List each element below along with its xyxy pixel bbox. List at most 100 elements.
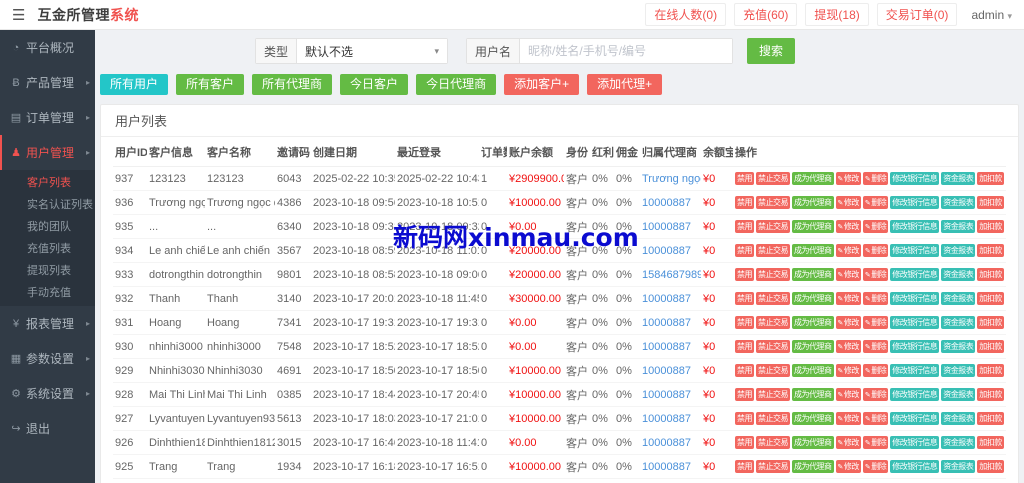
- forbid-trade-button[interactable]: 禁止交易: [756, 220, 790, 233]
- sidebar-subitem[interactable]: 提现列表: [0, 259, 95, 281]
- edit-bank-button[interactable]: 修改银行信息: [890, 172, 940, 185]
- disable-button[interactable]: 禁用: [735, 364, 754, 377]
- add-deduct-button[interactable]: 加扣款: [977, 244, 1004, 257]
- disable-button[interactable]: 禁用: [735, 196, 754, 209]
- action-button[interactable]: 所有客户: [176, 74, 245, 95]
- forbid-trade-button[interactable]: 禁止交易: [756, 340, 790, 353]
- delete-button[interactable]: ✎删除: [862, 340, 889, 353]
- add-deduct-button[interactable]: 加扣款: [977, 388, 1004, 401]
- forbid-trade-button[interactable]: 禁止交易: [756, 172, 790, 185]
- search-button[interactable]: 搜索: [747, 38, 796, 64]
- sidebar-subitem[interactable]: 手动充值: [0, 281, 95, 303]
- edit-bank-button[interactable]: 修改银行信息: [890, 364, 940, 377]
- forbid-trade-button[interactable]: 禁止交易: [756, 364, 790, 377]
- delete-button[interactable]: ✎删除: [862, 244, 889, 257]
- disable-button[interactable]: 禁用: [735, 436, 754, 449]
- make-agent-button[interactable]: 成为代理商: [792, 244, 834, 257]
- disable-button[interactable]: 禁用: [735, 340, 754, 353]
- add-deduct-button[interactable]: 加扣款: [977, 364, 1004, 377]
- edit-bank-button[interactable]: 修改银行信息: [890, 412, 940, 425]
- make-agent-button[interactable]: 成为代理商: [792, 196, 834, 209]
- make-agent-button[interactable]: 成为代理商: [792, 292, 834, 305]
- add-deduct-button[interactable]: 加扣款: [977, 220, 1004, 233]
- action-button[interactable]: 所有用户: [100, 74, 169, 95]
- edit-bank-button[interactable]: 修改银行信息: [890, 196, 940, 209]
- make-agent-button[interactable]: 成为代理商: [792, 340, 834, 353]
- disable-button[interactable]: 禁用: [735, 460, 754, 473]
- edit-bank-button[interactable]: 修改银行信息: [890, 220, 940, 233]
- add-deduct-button[interactable]: 加扣款: [977, 172, 1004, 185]
- header-stat[interactable]: 交易订单(0): [876, 3, 958, 26]
- disable-button[interactable]: 禁用: [735, 412, 754, 425]
- sidebar-item-system[interactable]: ⚙ 系统设置 ▸: [0, 376, 95, 411]
- fund-report-button[interactable]: 资金报表: [941, 220, 976, 233]
- header-stat[interactable]: 在线人数(0): [645, 3, 727, 26]
- make-agent-button[interactable]: 成为代理商: [792, 316, 834, 329]
- header-stat[interactable]: 充值(60): [734, 3, 798, 26]
- edit-bank-button[interactable]: 修改银行信息: [890, 316, 940, 329]
- delete-button[interactable]: ✎删除: [862, 316, 889, 329]
- fund-report-button[interactable]: 资金报表: [941, 292, 976, 305]
- delete-button[interactable]: ✎删除: [862, 268, 889, 281]
- add-deduct-button[interactable]: 加扣款: [977, 268, 1004, 281]
- header-stat[interactable]: 提现(18): [805, 3, 869, 26]
- sidebar-item-products[interactable]: Ƀ 产品管理 ▸: [0, 65, 95, 100]
- make-agent-button[interactable]: 成为代理商: [792, 268, 834, 281]
- edit-bank-button[interactable]: 修改银行信息: [890, 268, 940, 281]
- admin-menu[interactable]: admin ▾: [971, 8, 1012, 22]
- delete-button[interactable]: ✎删除: [862, 364, 889, 377]
- edit-button[interactable]: ✎修改: [835, 340, 861, 353]
- fund-report-button[interactable]: 资金报表: [941, 316, 976, 329]
- edit-button[interactable]: ✎修改: [835, 460, 861, 473]
- delete-button[interactable]: ✎删除: [862, 388, 889, 401]
- sidebar-item-logout[interactable]: ↪ 退出: [0, 411, 95, 446]
- make-agent-button[interactable]: 成为代理商: [792, 412, 834, 425]
- edit-button[interactable]: ✎修改: [835, 292, 861, 305]
- forbid-trade-button[interactable]: 禁止交易: [756, 244, 790, 257]
- fund-report-button[interactable]: 资金报表: [941, 244, 976, 257]
- sidebar-item-reports[interactable]: ¥ 报表管理 ▸: [0, 306, 95, 341]
- forbid-trade-button[interactable]: 禁止交易: [756, 196, 790, 209]
- sidebar-subitem[interactable]: 实名认证列表: [0, 193, 95, 215]
- delete-button[interactable]: ✎删除: [862, 412, 889, 425]
- sidebar-item-dashboard[interactable]: ◔ 平台概况: [0, 30, 95, 65]
- add-deduct-button[interactable]: 加扣款: [977, 196, 1004, 209]
- add-deduct-button[interactable]: 加扣款: [977, 436, 1004, 449]
- disable-button[interactable]: 禁用: [735, 316, 754, 329]
- delete-button[interactable]: ✎删除: [862, 220, 889, 233]
- make-agent-button[interactable]: 成为代理商: [792, 460, 834, 473]
- edit-button[interactable]: ✎修改: [835, 412, 861, 425]
- edit-button[interactable]: ✎修改: [835, 316, 861, 329]
- add-deduct-button[interactable]: 加扣款: [977, 340, 1004, 353]
- edit-button[interactable]: ✎修改: [835, 364, 861, 377]
- sidebar-subitem[interactable]: 充值列表: [0, 237, 95, 259]
- edit-button[interactable]: ✎修改: [835, 388, 861, 401]
- edit-bank-button[interactable]: 修改银行信息: [890, 388, 940, 401]
- edit-button[interactable]: ✎修改: [835, 172, 861, 185]
- delete-button[interactable]: ✎删除: [862, 172, 889, 185]
- delete-button[interactable]: ✎删除: [862, 196, 889, 209]
- forbid-trade-button[interactable]: 禁止交易: [756, 388, 790, 401]
- action-button[interactable]: 添加代理+: [587, 74, 663, 95]
- sidebar-subitem[interactable]: 客户列表: [0, 171, 95, 193]
- edit-button[interactable]: ✎修改: [835, 436, 861, 449]
- disable-button[interactable]: 禁用: [735, 244, 754, 257]
- action-button[interactable]: 今日代理商: [416, 74, 497, 95]
- action-button[interactable]: 今日客户: [340, 74, 409, 95]
- edit-button[interactable]: ✎修改: [835, 268, 861, 281]
- edit-bank-button[interactable]: 修改银行信息: [890, 292, 940, 305]
- edit-bank-button[interactable]: 修改银行信息: [890, 436, 940, 449]
- delete-button[interactable]: ✎删除: [862, 436, 889, 449]
- fund-report-button[interactable]: 资金报表: [941, 388, 976, 401]
- add-deduct-button[interactable]: 加扣款: [977, 412, 1004, 425]
- edit-button[interactable]: ✎修改: [835, 196, 861, 209]
- disable-button[interactable]: 禁用: [735, 268, 754, 281]
- add-deduct-button[interactable]: 加扣款: [977, 460, 1004, 473]
- disable-button[interactable]: 禁用: [735, 388, 754, 401]
- forbid-trade-button[interactable]: 禁止交易: [756, 412, 790, 425]
- edit-bank-button[interactable]: 修改银行信息: [890, 460, 940, 473]
- sidebar-subitem[interactable]: 我的团队: [0, 215, 95, 237]
- action-button[interactable]: 添加客户+: [504, 74, 580, 95]
- add-deduct-button[interactable]: 加扣款: [977, 316, 1004, 329]
- make-agent-button[interactable]: 成为代理商: [792, 388, 834, 401]
